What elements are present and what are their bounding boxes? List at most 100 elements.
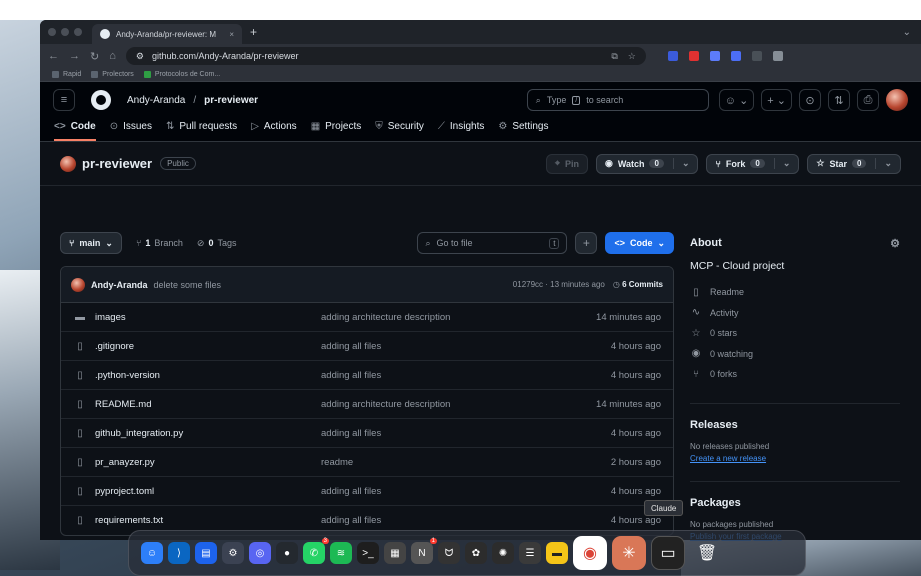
go-to-file-input[interactable]: ⌕ Go to file t xyxy=(417,232,568,254)
inbox-icon[interactable]: ⎙ xyxy=(857,89,879,111)
extension-icon[interactable] xyxy=(667,51,678,61)
branch-selector[interactable]: ⑂ main ⌄ xyxy=(60,232,122,254)
forks-link[interactable]: ⑂ 0 forks xyxy=(690,364,900,385)
window-controls[interactable] xyxy=(48,28,82,36)
file-commit-message[interactable]: adding all files xyxy=(321,370,611,381)
file-name[interactable]: .python-version xyxy=(95,370,321,381)
table-row[interactable]: ▯ github_integration.py adding all files 4 … xyxy=(61,419,673,448)
url-field[interactable]: ⚙ github.com/Andy-Aranda/pr-reviewer ⧉ ☆ xyxy=(125,47,646,65)
readme-link[interactable]: ▯ Readme xyxy=(690,282,900,303)
bookmark-item[interactable]: Protocolos de Com... xyxy=(143,71,220,78)
tab-actions[interactable]: ▷ Actions xyxy=(251,117,297,141)
file-commit-message[interactable]: adding all files xyxy=(321,341,611,352)
extension-icon[interactable] xyxy=(688,51,699,61)
bookmark-item[interactable]: Prolectors xyxy=(91,71,134,78)
tab-insights[interactable]: ⟋ Insights xyxy=(438,117,484,141)
owner-link[interactable]: Andy-Aranda xyxy=(127,95,185,106)
reload-icon[interactable]: ↻ xyxy=(90,50,99,63)
settings-icon[interactable]: ⚙ xyxy=(222,542,244,564)
tab-issues[interactable]: ⊙ Issues xyxy=(110,117,152,141)
github-desktop-icon[interactable]: ● xyxy=(276,542,298,564)
home-icon[interactable]: ⌂ xyxy=(109,50,116,62)
search-input[interactable]: ⌕ Type / to search xyxy=(526,89,709,111)
tags-link[interactable]: ⊘ 0 Tags xyxy=(197,238,237,249)
file-name[interactable]: README.md xyxy=(95,399,321,410)
copilot-button[interactable]: ☺ ⌄ xyxy=(718,89,755,111)
vscode-icon[interactable]: ⟩ xyxy=(168,542,190,564)
pull-requests-icon[interactable]: ⇅ xyxy=(828,89,850,111)
openai-icon[interactable]: ✺ xyxy=(492,542,514,564)
activity-link[interactable]: ∿ Activity xyxy=(690,303,900,324)
create-new-button[interactable]: + ⌄ xyxy=(761,89,792,111)
table-row[interactable]: ▯ .gitignore adding all files 4 hours ago xyxy=(61,332,673,361)
window-thumbnail-icon[interactable]: ▭ xyxy=(651,536,685,570)
tab-projects[interactable]: ▦ Projects xyxy=(311,117,362,141)
file-commit-message[interactable]: readme xyxy=(321,457,611,468)
spotify-icon[interactable]: ≋ xyxy=(330,542,352,564)
bookmark-item[interactable]: Rapid xyxy=(52,71,81,78)
file-name[interactable]: requirements.txt xyxy=(95,515,321,526)
discord-icon[interactable]: ◎ xyxy=(249,542,271,564)
tab-security[interactable]: ⛨ Security xyxy=(375,117,424,141)
app-icon[interactable]: ☰ xyxy=(519,542,541,564)
site-info-icon[interactable]: ⚙ xyxy=(136,51,144,62)
table-row[interactable]: ▯ README.md adding architecture descriptio… xyxy=(61,390,673,419)
stars-link[interactable]: ☆ 0 stars xyxy=(690,323,900,344)
fork-button[interactable]: ⑂ Fork 0 ⌄ xyxy=(706,153,800,174)
commit-message[interactable]: delete some files xyxy=(154,280,222,290)
chatgpt-icon[interactable]: ✿ xyxy=(465,542,487,564)
table-row[interactable]: ▯ pyproject.toml adding all files 4 hours a… xyxy=(61,477,673,506)
close-tab-icon[interactable]: × xyxy=(229,30,234,39)
bookmark-star-icon[interactable]: ☆ xyxy=(628,51,636,62)
code-button[interactable]: <> Code ⌄ xyxy=(605,232,674,254)
packages-heading[interactable]: Packages xyxy=(690,492,900,514)
file-commit-message[interactable]: adding architecture description xyxy=(321,312,596,323)
tab-code[interactable]: <> Code xyxy=(54,117,96,141)
releases-heading[interactable]: Releases xyxy=(690,414,900,436)
add-file-button[interactable]: + xyxy=(575,232,598,254)
extension-icon[interactable] xyxy=(709,51,720,61)
pin-button[interactable]: ⌖ Pin xyxy=(545,153,588,174)
table-row[interactable]: ▯ .python-version adding all files 4 hours … xyxy=(61,361,673,390)
star-button[interactable]: ☆ Star 0 ⌄ xyxy=(807,153,901,174)
trash-icon[interactable]: 🗑 xyxy=(690,536,724,570)
finder-icon[interactable]: ☺ xyxy=(141,542,163,564)
branches-link[interactable]: ⑂ 1 Branch xyxy=(136,238,183,248)
commits-link[interactable]: ◷ 6 Commits xyxy=(613,280,663,289)
whatsapp-icon[interactable]: ✆ 3 xyxy=(303,538,329,564)
file-commit-message[interactable]: adding all files xyxy=(321,428,611,439)
file-name[interactable]: .gitignore xyxy=(95,341,321,352)
chrome-icon[interactable]: ◉ xyxy=(573,536,607,570)
watching-link[interactable]: ◉ 0 watching xyxy=(690,344,900,365)
terminal-icon[interactable]: >_ xyxy=(357,542,379,564)
extension-icon[interactable] xyxy=(730,51,741,61)
claude-icon[interactable]: ✳ xyxy=(612,536,646,570)
table-row[interactable]: ▬ images adding architecture description 14… xyxy=(61,303,673,332)
commit-author[interactable]: Andy-Aranda xyxy=(91,280,148,290)
notes-icon[interactable]: ▬ xyxy=(546,542,568,564)
file-name[interactable]: pyproject.toml xyxy=(95,486,321,497)
file-commit-message[interactable]: adding all files xyxy=(321,515,611,526)
avatar[interactable] xyxy=(886,89,908,111)
browser-tab[interactable]: Andy-Aranda/pr-reviewer: M × xyxy=(92,24,242,44)
back-icon[interactable]: ← xyxy=(48,50,59,62)
file-name[interactable]: images xyxy=(95,312,321,323)
file-commit-message[interactable]: adding architecture description xyxy=(321,399,596,410)
puzzle-icon[interactable] xyxy=(772,51,783,61)
tab-menu-icon[interactable]: ⌄ xyxy=(903,27,911,38)
repo-title[interactable]: pr-reviewer xyxy=(82,156,152,171)
table-row[interactable]: ▯ pr_anayzer.py readme 2 hours ago xyxy=(61,448,673,477)
new-tab-icon[interactable]: + xyxy=(250,25,257,39)
github-logo-icon[interactable] xyxy=(91,90,111,110)
forward-icon[interactable]: → xyxy=(69,50,80,62)
install-icon[interactable]: ⧉ xyxy=(611,51,617,62)
commit-hash-time[interactable]: 01279cc · 13 minutes ago xyxy=(513,280,605,289)
menu-icon[interactable]: ≡ xyxy=(53,89,75,111)
gear-icon[interactable]: ⚙ xyxy=(890,237,900,250)
file-commit-message[interactable]: adding all files xyxy=(321,486,611,497)
repo-link[interactable]: pr-reviewer xyxy=(204,95,258,106)
extension-icon[interactable] xyxy=(751,51,762,61)
file-name[interactable]: pr_anayzer.py xyxy=(95,457,321,468)
docker-icon[interactable]: ▤ xyxy=(195,542,217,564)
tab-settings[interactable]: ⚙ Settings xyxy=(498,117,548,141)
